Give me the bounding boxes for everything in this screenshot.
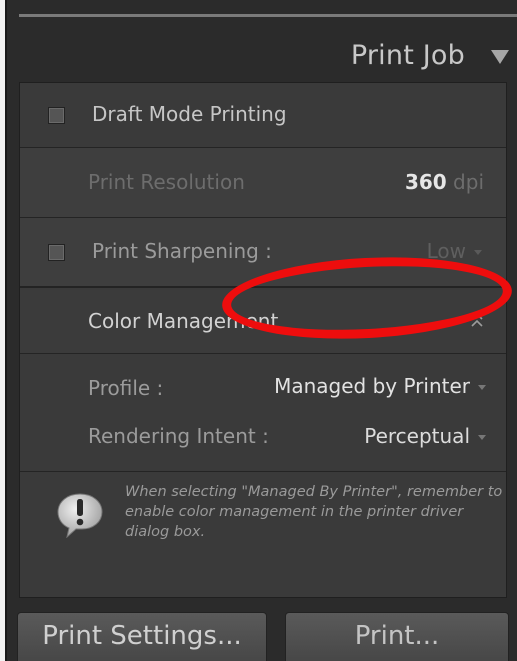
divider xyxy=(19,14,517,17)
print-sharpening-row: Print Sharpening : Low xyxy=(20,218,506,288)
color-management-header[interactable]: Color Management xyxy=(20,290,506,354)
sharpening-dropdown[interactable]: Low xyxy=(427,239,482,263)
print-job-settings: Draft Mode Printing Print Resolution 360… xyxy=(19,82,507,598)
print-resolution-value[interactable]: 360 dpi xyxy=(405,170,484,194)
collapse-chevrons-icon[interactable] xyxy=(470,310,484,332)
print-job-panel: Print Job Draft Mode Printing Print Reso… xyxy=(5,0,517,661)
panel-title: Print Job xyxy=(350,40,465,71)
draft-mode-row: Draft Mode Printing xyxy=(20,83,506,148)
info-message: When selecting "Managed By Printer", rem… xyxy=(20,472,506,599)
print-resolution-row: Print Resolution 360 dpi xyxy=(20,148,506,218)
chevron-down-icon xyxy=(478,385,486,390)
draft-mode-label: Draft Mode Printing xyxy=(92,102,287,126)
profile-value: Managed by Printer xyxy=(274,374,470,398)
rendering-intent-label: Rendering Intent : xyxy=(88,424,269,448)
info-text: When selecting "Managed By Printer", rem… xyxy=(125,484,503,540)
profile-label: Profile : xyxy=(88,376,164,400)
print-settings-button[interactable]: Print Settings... xyxy=(17,612,267,661)
color-management-body: Profile : Managed by Printer Rendering I… xyxy=(20,354,506,472)
sharpening-value: Low xyxy=(426,239,466,263)
rendering-intent-value: Perceptual xyxy=(364,424,470,448)
collapse-triangle-icon[interactable] xyxy=(491,50,509,64)
panel-header[interactable]: Print Job xyxy=(7,20,517,82)
chevron-down-icon xyxy=(474,250,482,255)
color-management-title: Color Management xyxy=(88,309,279,333)
exclamation-bubble-icon xyxy=(57,493,103,538)
print-resolution-label: Print Resolution xyxy=(88,170,245,194)
rendering-intent-dropdown[interactable]: Perceptual xyxy=(364,424,486,448)
print-button[interactable]: Print... xyxy=(285,612,509,661)
print-sharpening-checkbox[interactable] xyxy=(48,244,65,261)
chevron-down-icon xyxy=(478,435,486,440)
resolution-unit: dpi xyxy=(453,170,484,194)
print-sharpening-label: Print Sharpening : xyxy=(92,239,272,263)
draft-mode-checkbox[interactable] xyxy=(48,107,65,124)
profile-dropdown[interactable]: Managed by Printer xyxy=(274,374,486,398)
resolution-number: 360 xyxy=(404,170,447,194)
